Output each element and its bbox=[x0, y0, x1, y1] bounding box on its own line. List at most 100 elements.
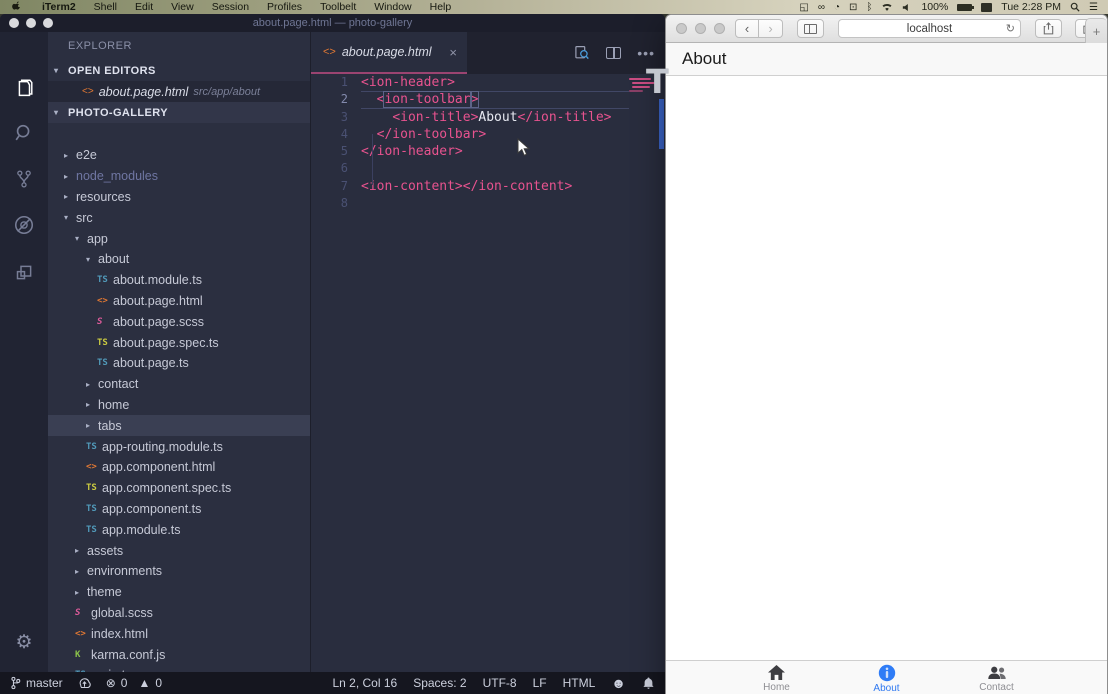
tree-folder-assets[interactable]: ▸assets bbox=[48, 540, 310, 561]
safari-window: ‹ › localhost ↻ + About Home AboutContact bbox=[665, 14, 1108, 694]
warning-count: 0 bbox=[155, 676, 162, 690]
menu-item-view[interactable]: View bbox=[162, 1, 203, 13]
tree-file-main.ts[interactable]: TSmain.ts bbox=[48, 665, 310, 672]
desktop: { "menubar": { "app_name": "iTerm2", "it… bbox=[0, 0, 1108, 694]
tree-folder-environments[interactable]: ▸environments bbox=[48, 561, 310, 582]
apple-menu-icon[interactable] bbox=[12, 1, 23, 13]
cursor-position-status[interactable]: Ln 2, Col 16 bbox=[332, 676, 397, 690]
tree-folder-contact[interactable]: ▸contact bbox=[48, 374, 310, 395]
tree-file-about.page.scss[interactable]: Sabout.page.scss bbox=[48, 311, 310, 332]
tree-folder-node_modules[interactable]: ▸node_modules bbox=[48, 166, 310, 187]
tree-folder-e2e[interactable]: ▸e2e bbox=[48, 145, 310, 166]
tree-file-app.component.html[interactable]: <>app.component.html bbox=[48, 457, 310, 478]
sync-status[interactable] bbox=[77, 676, 92, 690]
vscode-title-bar[interactable]: about.page.html — photo-gallery bbox=[0, 14, 665, 32]
tree-folder-about[interactable]: ▾about bbox=[48, 249, 310, 270]
address-bar[interactable]: localhost ↻ bbox=[838, 19, 1021, 38]
back-button[interactable]: ‹ bbox=[735, 19, 759, 38]
notifications-bell-icon[interactable] bbox=[642, 676, 655, 690]
forward-button[interactable]: › bbox=[759, 19, 783, 38]
tree-folder-tabs[interactable]: ▸tabs bbox=[48, 415, 310, 436]
language-mode-status[interactable]: HTML bbox=[563, 676, 596, 690]
debug-icon[interactable] bbox=[0, 214, 48, 236]
split-editor-icon[interactable] bbox=[606, 47, 621, 59]
source-control-icon[interactable] bbox=[0, 168, 48, 190]
editor-actions: ••• bbox=[573, 32, 655, 74]
reload-icon[interactable]: ↻ bbox=[1006, 22, 1015, 35]
indentation-status[interactable]: Spaces: 2 bbox=[413, 676, 466, 690]
tree-file-index.html[interactable]: <>index.html bbox=[48, 623, 310, 644]
tab-contact[interactable]: Contact bbox=[942, 663, 1052, 693]
tree-file-app-routing.module.ts[interactable]: TSapp-routing.module.ts bbox=[48, 436, 310, 457]
screen-record-icon[interactable]: ◱ bbox=[799, 2, 808, 13]
tree-folder-app[interactable]: ▾app bbox=[48, 228, 310, 249]
scss-file-icon: S bbox=[97, 317, 113, 327]
input-flag-icon[interactable] bbox=[981, 3, 992, 12]
contact-icon bbox=[986, 665, 1008, 681]
wifi-icon[interactable] bbox=[881, 3, 893, 12]
line-number: 5 bbox=[311, 143, 361, 160]
sidebar-button[interactable] bbox=[797, 19, 824, 38]
spotlight-icon[interactable] bbox=[1070, 2, 1080, 12]
ionic-tab-bar: Home AboutContact bbox=[666, 660, 1107, 694]
tree-file-karma.conf.js[interactable]: Kkarma.conf.js bbox=[48, 644, 310, 665]
feedback-smiley-icon[interactable]: ☻ bbox=[611, 675, 626, 691]
tree-file-app.module.ts[interactable]: TSapp.module.ts bbox=[48, 519, 310, 540]
karma-file-icon: K bbox=[75, 650, 91, 660]
tab-label: Home bbox=[763, 682, 790, 693]
tree-file-about.page.html[interactable]: <>about.page.html bbox=[48, 291, 310, 312]
menu-item-shell[interactable]: Shell bbox=[85, 1, 126, 13]
notification-center-icon[interactable]: ☰ bbox=[1089, 2, 1098, 13]
close-tab-icon[interactable]: × bbox=[449, 45, 457, 60]
extensions-icon[interactable] bbox=[0, 262, 48, 283]
tree-file-about.module.ts[interactable]: TSabout.module.ts bbox=[48, 270, 310, 291]
ts-spec-file-icon: TS bbox=[97, 338, 113, 348]
volume-icon[interactable] bbox=[902, 3, 912, 12]
tree-file-app.component.ts[interactable]: TSapp.component.ts bbox=[48, 499, 310, 520]
tree-folder-resources[interactable]: ▸resources bbox=[48, 187, 310, 208]
tab-about-page-html[interactable]: <> about.page.html × bbox=[311, 32, 467, 74]
menu-item-help[interactable]: Help bbox=[421, 1, 461, 13]
code-editor[interactable]: 1<ion-header>2 <ion-toolbar>3 <ion-title… bbox=[311, 74, 665, 212]
html-file-icon: <> bbox=[86, 462, 102, 472]
menu-item-toolbelt[interactable]: Toolbelt bbox=[311, 1, 365, 13]
menubar-clock[interactable]: Tue 2:28 PM bbox=[1001, 1, 1061, 13]
search-icon[interactable] bbox=[0, 122, 48, 144]
eol-status[interactable]: LF bbox=[533, 676, 547, 690]
project-header[interactable]: ▾ PHOTO-GALLERY bbox=[48, 102, 310, 123]
explorer-icon[interactable] bbox=[0, 78, 48, 100]
glasses-icon[interactable]: ∞ bbox=[818, 2, 825, 13]
menu-item-session[interactable]: Session bbox=[203, 1, 258, 13]
moon-icon[interactable]: ◔ bbox=[834, 2, 840, 13]
menu-item-edit[interactable]: Edit bbox=[126, 1, 162, 13]
open-editor-item[interactable]: <> about.page.html src/app/about bbox=[48, 81, 310, 102]
tab-about[interactable]: About bbox=[832, 662, 942, 694]
tree-file-about.page.spec.ts[interactable]: TSabout.page.spec.ts bbox=[48, 332, 310, 353]
open-preview-icon[interactable] bbox=[573, 45, 590, 61]
menubar-app-name[interactable]: iTerm2 bbox=[33, 1, 85, 13]
tree-file-about.page.ts[interactable]: TSabout.page.ts bbox=[48, 353, 310, 374]
tree-file-global.scss[interactable]: Sglobal.scss bbox=[48, 603, 310, 624]
menu-item-window[interactable]: Window bbox=[365, 1, 420, 13]
more-actions-icon[interactable]: ••• bbox=[637, 45, 655, 61]
settings-gear-icon[interactable]: ⚙ bbox=[0, 631, 48, 654]
git-branch-status[interactable]: master bbox=[10, 676, 63, 690]
display-icon[interactable]: ⊡ bbox=[849, 2, 857, 13]
tree-file-app.component.spec.ts[interactable]: TSapp.component.spec.ts bbox=[48, 478, 310, 499]
share-button[interactable] bbox=[1035, 19, 1062, 38]
new-tab-button[interactable]: + bbox=[1085, 18, 1107, 43]
bluetooth-icon[interactable]: ᛒ bbox=[866, 2, 872, 13]
tree-folder-src[interactable]: ▾src bbox=[48, 207, 310, 228]
open-editors-header[interactable]: ▾ OPEN EDITORS bbox=[48, 60, 310, 81]
menu-item-profiles[interactable]: Profiles bbox=[258, 1, 311, 13]
tree-folder-theme[interactable]: ▸theme bbox=[48, 582, 310, 603]
problems-status[interactable]: ⊗ 0 ▲ 0 bbox=[106, 676, 162, 690]
code-token: About bbox=[478, 110, 517, 125]
minimize-window-button[interactable] bbox=[695, 23, 706, 34]
tree-folder-home[interactable]: ▸home bbox=[48, 395, 310, 416]
encoding-status[interactable]: UTF-8 bbox=[483, 676, 517, 690]
zoom-window-button[interactable] bbox=[714, 23, 725, 34]
tab-home[interactable]: Home bbox=[722, 662, 832, 693]
close-window-button[interactable] bbox=[676, 23, 687, 34]
battery-icon[interactable] bbox=[957, 4, 972, 11]
